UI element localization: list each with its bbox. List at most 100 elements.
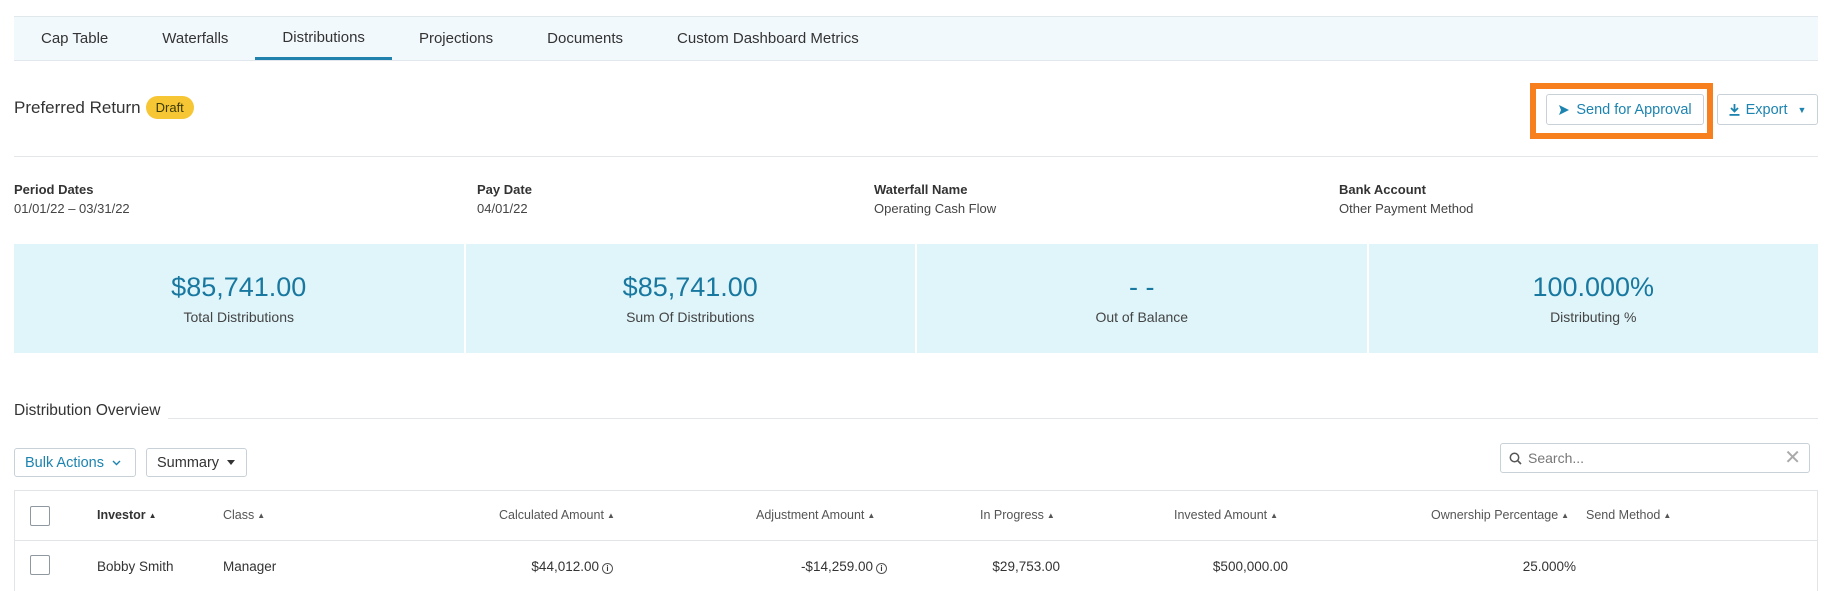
tab-label: Documents [547, 30, 624, 47]
search-box: ✕ [1500, 443, 1810, 473]
adjustment-amount-cell: -$14,259.00 i [755, 559, 887, 574]
column-label: Invested Amount [1174, 508, 1268, 522]
in-progress-cell: $29,753.00 [992, 559, 1060, 574]
column-label: Class [223, 508, 255, 522]
send-for-approval-button[interactable]: Send for Approval [1546, 94, 1704, 125]
tab-label: Distributions [282, 28, 365, 46]
tab-custom-dashboard-metrics[interactable]: Custom Dashboard Metrics [650, 17, 886, 60]
stat-label: Distributing % [1550, 309, 1637, 325]
column-header-send-method[interactable]: Send Method ▲ [1586, 508, 1671, 522]
chevron-down-icon [112, 460, 121, 465]
export-button[interactable]: Export ▼ [1717, 94, 1818, 125]
period-dates-label: Period Dates [14, 182, 94, 197]
column-header-invested-amount[interactable]: Invested Amount ▲ [1174, 508, 1278, 522]
sort-icon: ▲ [606, 511, 615, 520]
column-header-ownership-percentage[interactable]: Ownership Percentage ▲ [1431, 508, 1569, 522]
stat-sum-of-distributions: $85,741.00 Sum Of Distributions [465, 244, 917, 353]
column-label: Send Method [1586, 508, 1661, 522]
stat-label: Sum Of Distributions [626, 309, 755, 325]
section-title: Distribution Overview [14, 402, 169, 420]
view-select[interactable]: Summary [146, 448, 247, 477]
divider [14, 418, 1818, 419]
tab-label: Waterfalls [162, 30, 229, 47]
bulk-actions-dropdown[interactable]: Bulk Actions [14, 448, 136, 477]
tab-cap-table[interactable]: Cap Table [14, 17, 135, 60]
caret-down-icon [227, 460, 236, 465]
period-dates: Period Dates 01/01/22 – 03/31/22 [14, 182, 130, 216]
column-header-in-progress[interactable]: In Progress ▲ [980, 508, 1055, 522]
row-checkbox[interactable] [30, 555, 50, 575]
bank-account: Bank Account Other Payment Method [1339, 182, 1473, 216]
calculated-amount-cell: $44,012.00 i [495, 559, 613, 574]
period-dates-value: 01/01/22 – 03/31/22 [14, 201, 130, 216]
stat-distributing-percent: 100.000% Distributing % [1368, 244, 1818, 353]
stat-value: 100.000% [1532, 272, 1655, 302]
invested-amount-cell: $500,000.00 [1212, 559, 1288, 574]
tab-label: Custom Dashboard Metrics [677, 30, 859, 47]
pay-date-value: 04/01/22 [477, 201, 528, 216]
cell-value: -$14,259.00 [800, 559, 873, 574]
page-header: Preferred Return Draft [14, 96, 194, 119]
column-label: Calculated Amount [499, 508, 604, 522]
sort-icon: ▲ [257, 511, 266, 520]
column-label: Adjustment Amount [756, 508, 865, 522]
stat-label: Out of Balance [1095, 309, 1189, 325]
bank-account-value: Other Payment Method [1339, 201, 1474, 216]
column-label: Ownership Percentage [1431, 508, 1559, 522]
info-icon[interactable]: i [876, 563, 887, 574]
sort-icon: ▲ [1270, 511, 1279, 520]
send-for-approval-label: Send for Approval [1576, 101, 1692, 118]
distributions-table: Investor ▲ Class ▲ Calculated Amount ▲ Adju… [14, 490, 1818, 591]
bank-account-label: Bank Account [1339, 182, 1426, 197]
sort-icon: ▲ [1046, 511, 1055, 520]
waterfall-name: Waterfall Name Operating Cash Flow [874, 182, 996, 216]
search-icon [1509, 452, 1522, 465]
tab-distributions[interactable]: Distributions [255, 17, 392, 60]
column-label: Investor [97, 508, 146, 522]
caret-down-icon: ▼ [1797, 104, 1807, 115]
info-icon[interactable]: i [602, 563, 613, 574]
sort-asc-icon: ▲ [148, 511, 157, 520]
pay-date: Pay Date 04/01/22 [477, 182, 532, 216]
column-header-calculated-amount[interactable]: Calculated Amount ▲ [499, 508, 615, 522]
waterfall-name-value: Operating Cash Flow [874, 201, 997, 216]
tab-documents[interactable]: Documents [520, 17, 650, 60]
tab-label: Projections [418, 30, 494, 47]
stat-label: Total Distributions [183, 309, 295, 325]
stat-value: $85,741.00 [171, 272, 307, 302]
download-icon [1729, 103, 1740, 116]
export-label: Export [1745, 101, 1788, 118]
column-header-class[interactable]: Class ▲ [223, 508, 265, 522]
ownership-percentage-cell: 25.000% [1522, 559, 1576, 574]
stat-out-of-balance: - - Out of Balance [917, 244, 1369, 353]
select-all-checkbox[interactable] [30, 506, 50, 526]
sort-icon: ▲ [1663, 511, 1672, 520]
table-header: Investor ▲ Class ▲ Calculated Amount ▲ Adju… [15, 491, 1817, 541]
tab-waterfalls[interactable]: Waterfalls [135, 17, 255, 60]
class-cell: Manager [223, 559, 277, 574]
tab-projections[interactable]: Projections [392, 17, 520, 60]
stat-value: $85,741.00 [622, 272, 758, 302]
sort-icon: ▲ [867, 511, 876, 520]
tab-bar: Cap Table Waterfalls Distributions Proje… [14, 16, 1818, 61]
cell-value: $44,012.00 [531, 559, 599, 574]
table-row: Bobby Smith Manager $44,012.00 i -$14,259… [15, 541, 1817, 591]
clear-icon[interactable]: ✕ [1784, 448, 1801, 468]
sort-icon: ▲ [1561, 511, 1570, 520]
page-title: Preferred Return [14, 97, 141, 117]
column-header-adjustment-amount[interactable]: Adjustment Amount ▲ [756, 508, 875, 522]
search-input[interactable] [1528, 450, 1785, 466]
view-select-value: Summary [157, 454, 220, 471]
column-label: In Progress [980, 508, 1044, 522]
send-icon [1559, 104, 1570, 115]
stat-value: - - [1129, 272, 1155, 302]
pay-date-label: Pay Date [477, 182, 532, 197]
investor-link[interactable]: Bobby Smith [97, 559, 174, 574]
divider [14, 156, 1818, 157]
bulk-actions-label: Bulk Actions [25, 454, 104, 471]
waterfall-name-label: Waterfall Name [874, 182, 968, 197]
column-header-investor[interactable]: Investor ▲ [97, 508, 157, 522]
status-badge: Draft [145, 96, 194, 119]
stat-total-distributions: $85,741.00 Total Distributions [14, 244, 466, 353]
stats-panel: $85,741.00 Total Distributions $85,741.0… [14, 244, 1818, 353]
